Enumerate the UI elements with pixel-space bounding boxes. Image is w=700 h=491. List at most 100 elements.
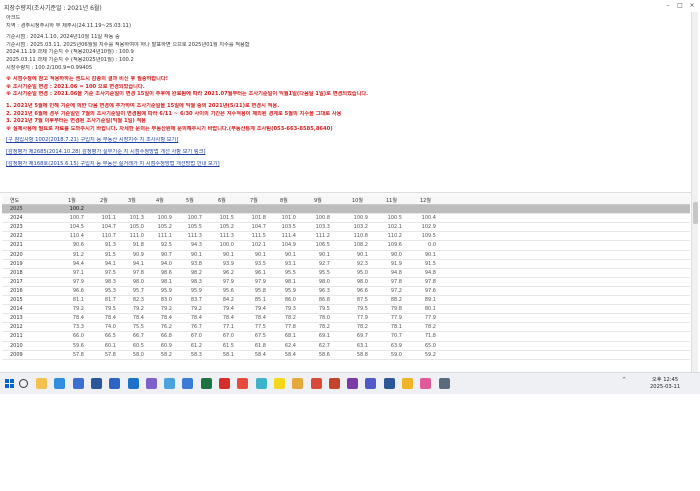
value-cell: 66.5 <box>104 333 116 340</box>
store-icon[interactable] <box>145 378 157 389</box>
search-icon[interactable] <box>19 379 28 388</box>
minimize-button[interactable]: – <box>664 2 672 10</box>
close-button[interactable]: × <box>688 2 696 10</box>
value-cell: 81.1 <box>72 297 84 304</box>
value-cell: 94.8 <box>424 269 436 276</box>
reference-link[interactable]: [구 참입사항 1002(2018.7.21) 구입지 등 부동산 시장지수 지… <box>6 137 686 145</box>
value-cell: 104.9 <box>281 242 296 249</box>
kakaotalk-icon[interactable] <box>273 378 285 389</box>
value-cell: 101.5 <box>219 215 234 222</box>
column-header: 8월 <box>280 198 288 204</box>
value-cell: 78.1 <box>390 324 402 331</box>
value-cell: 78.4 <box>72 315 84 322</box>
mail-icon[interactable] <box>72 378 84 389</box>
table-row[interactable]: 2017 97.9 98.3 98.0 98.1 98.3 97.9 97.9 98.1 98.0… <box>2 278 690 287</box>
taskbar: ^ 오후 12:45 2025-03-11 <box>0 372 700 394</box>
onenote-icon[interactable] <box>347 378 359 389</box>
value-cell: 98.1 <box>160 278 172 285</box>
value-cell: 90.9 <box>132 251 144 258</box>
table-row[interactable]: 2011 66.0 66.5 66.7 66.8 67.0 67.0 67.5 68.1 69.1… <box>2 332 690 342</box>
value-cell: 104.5 <box>69 224 84 231</box>
acrobat-icon[interactable] <box>219 378 230 389</box>
scrollbar-thumb[interactable] <box>693 202 698 224</box>
value-cell: 97.8 <box>390 278 402 285</box>
paint-icon[interactable] <box>420 378 432 389</box>
value-cell: 94.3 <box>190 242 202 249</box>
value-cell: 97.9 <box>222 278 234 285</box>
file-explorer-icon[interactable] <box>36 378 47 389</box>
table-row[interactable]: 2022 110.4 110.7 111.0 111.1 111.3 111.3 111.5 1… <box>2 232 690 242</box>
table-row[interactable]: 2018 97.1 97.5 97.8 98.6 98.2 96.2 96.1 95.5 95.5… <box>2 269 690 278</box>
table-row[interactable]: 2015 81.1 81.7 82.3 83.0 83.7 84.2 85.1 86.0 86.8… <box>2 296 690 306</box>
chrome-profile-icon[interactable] <box>310 378 322 389</box>
start-button[interactable] <box>5 379 14 388</box>
folder-icon[interactable] <box>292 378 304 389</box>
value-cell: 84.2 <box>222 297 234 304</box>
app-icon[interactable] <box>164 378 176 389</box>
outlook-icon[interactable] <box>127 378 139 389</box>
year-cell: 2015 <box>10 297 23 304</box>
year-cell: 2021 <box>10 242 23 249</box>
reference-link[interactable]: [감정평가 제168호(2015.6.15) 구입지 등 부동산 실거래가 지 … <box>6 161 686 169</box>
table-row[interactable]: 2020 91.2 91.5 90.9 90.7 90.1 90.1 90.1 90.1 90.1… <box>2 251 690 260</box>
value-cell: 94.1 <box>104 260 116 267</box>
value-cell: 67.5 <box>254 333 266 340</box>
photos-icon[interactable] <box>255 378 267 389</box>
value-cell: 94.1 <box>132 260 144 267</box>
table-row[interactable]: 2012 73.3 74.0 75.5 76.2 76.7 77.1 77.5 77.8 78.2… <box>2 323 690 333</box>
year-cell: 2016 <box>10 287 23 294</box>
settings-icon[interactable] <box>438 378 450 389</box>
value-cell: 78.2 <box>424 324 436 331</box>
value-cell: 89.1 <box>424 297 436 304</box>
table-row[interactable]: 2021 90.6 91.3 91.8 92.5 94.3 100.0 102.1 104.9 1… <box>2 241 690 251</box>
table-row[interactable]: 2019 94.4 94.1 94.1 94.0 93.8 93.9 93.5 93.1 92.7… <box>2 260 690 269</box>
chrome-app-icon[interactable] <box>402 378 413 389</box>
powerpoint-icon[interactable] <box>328 378 340 389</box>
value-cell: 75.5 <box>132 324 144 331</box>
value-cell: 78.2 <box>356 324 368 331</box>
value-cell: 88.2 <box>390 297 402 304</box>
value-cell: 78.4 <box>132 315 144 322</box>
excel-icon[interactable] <box>200 378 212 389</box>
value-cell: 90.1 <box>424 251 436 258</box>
value-cell: 66.7 <box>132 333 144 340</box>
column-header: 9월 <box>314 198 322 204</box>
value-cell: 102.1 <box>387 224 402 231</box>
tray-expand-icon[interactable]: ^ <box>622 377 632 383</box>
table-row[interactable]: 2016 96.6 95.3 95.7 95.9 95.9 95.6 95.8 95.9 96.3… <box>2 287 690 297</box>
value-cell: 98.0 <box>318 278 330 285</box>
word-icon[interactable] <box>90 378 102 389</box>
year-cell: 2023 <box>10 224 23 231</box>
calc-icon[interactable] <box>182 378 194 389</box>
table-row[interactable]: 2013 78.4 78.4 78.4 78.4 78.4 78.4 78.4 78.2 78.0… <box>2 314 690 324</box>
value-cell: 95.6 <box>222 287 234 294</box>
value-cell: 90.1 <box>318 251 330 258</box>
teams-icon[interactable] <box>365 378 377 389</box>
info-line: 2025.03.11 과제 기준지 수 (적용2025년01월) : 100.2 <box>6 56 134 63</box>
table-row[interactable]: 2010 59.6 60.1 60.5 60.9 61.2 61.5 61.8 62.4 62.7… <box>2 342 690 351</box>
value-cell: 93.1 <box>284 260 296 267</box>
vertical-scrollbar[interactable] <box>691 12 698 372</box>
hwp-icon[interactable] <box>109 378 121 389</box>
maximize-button[interactable]: □ <box>676 2 684 10</box>
word-doc-icon[interactable] <box>383 378 395 389</box>
table-row[interactable]: 2023 104.5 104.7 105.0 105.2 105.5 105.2 104.7 1… <box>2 223 690 233</box>
column-header: 6월 <box>218 198 226 204</box>
chrome-icon[interactable] <box>237 378 249 389</box>
column-header: 12월 <box>420 198 431 204</box>
value-cell: 60.1 <box>104 342 116 349</box>
notice-line: 3. 2021년 7월 이후부터는 변경된 조사기준일(익월 1일) 적용 <box>6 118 147 125</box>
value-cell: 90.6 <box>72 242 84 249</box>
taskbar-clock[interactable]: 오후 12:45 2025-03-11 <box>650 377 680 391</box>
table-row[interactable]: 2025 100.2 <box>2 205 690 215</box>
table-row[interactable]: 2014 79.2 79.5 79.2 79.2 79.2 79.4 79.4 79.3 79.5… <box>2 305 690 315</box>
value-cell: 94.8 <box>390 269 402 276</box>
edge-icon[interactable] <box>54 378 66 389</box>
value-cell: 95.8 <box>254 287 266 294</box>
value-cell: 79.4 <box>254 306 266 313</box>
value-cell: 92.5 <box>160 242 172 249</box>
info-line: 2024.11.19 과제 기준지 수 (적용2024년10월) : 100.9 <box>6 49 134 56</box>
reference-link[interactable]: [감정평가 제2685(2014.10.28) 감정평가 실무기준 지 시점수정… <box>6 149 686 157</box>
table-row[interactable]: 2009 57.8 57.8 58.0 58.2 58.3 58.1 58.4 58.4 58.6… <box>2 351 690 360</box>
table-row[interactable]: 2024 100.7 101.1 101.3 100.9 100.7 101.5 101.8 1… <box>2 214 690 224</box>
